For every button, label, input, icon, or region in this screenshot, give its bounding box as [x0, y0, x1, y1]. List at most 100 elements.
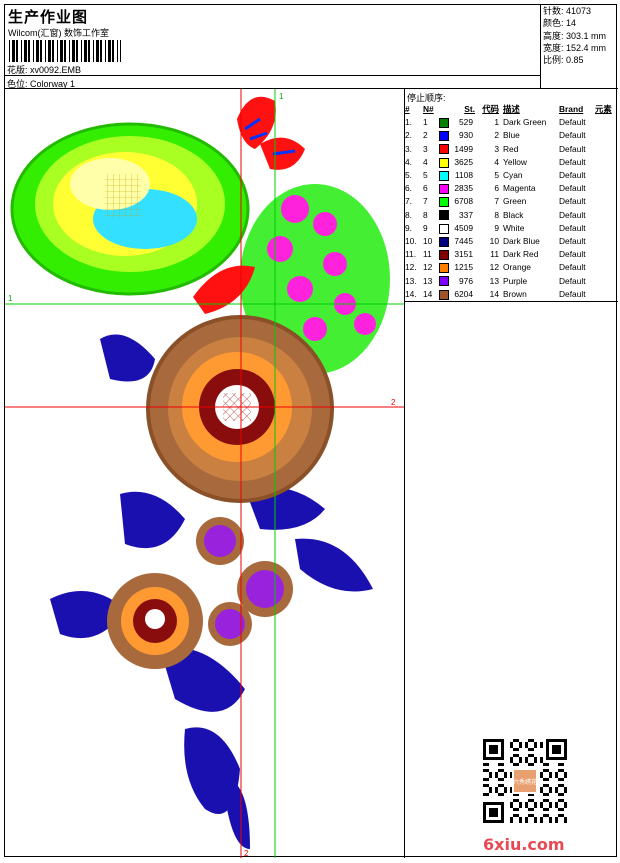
embroidery-preview: 1 1 2 2	[5, 89, 404, 858]
row-stitches: 976	[459, 275, 473, 286]
color-swatch	[439, 144, 449, 155]
row-code: 8	[494, 209, 499, 220]
row-brand: Default	[559, 288, 586, 299]
watermark[interactable]: 6xiu.com	[483, 835, 565, 854]
stat-width: 宽度: 152.4 mm	[543, 42, 607, 53]
row-stitches: 930	[459, 130, 473, 141]
color-swatch	[439, 236, 449, 247]
row-brand: Default	[559, 249, 586, 260]
row-description: Yellow	[503, 156, 527, 167]
table-row: 6. 6 2835 6 Magenta Default	[405, 182, 617, 195]
row-needle: 4	[423, 156, 428, 167]
row-description: Orange	[503, 262, 531, 273]
row-brand: Default	[559, 275, 586, 286]
row-description: Dark Blue	[503, 236, 540, 247]
row-description: Black	[503, 209, 524, 220]
row-code: 6	[494, 183, 499, 194]
row-stitches: 3151	[454, 249, 473, 260]
production-sheet: 生产作业图 Wilcom(汇窗) 数饰工作室 花版: xv0092.EMB 色位…	[4, 4, 618, 858]
table-row: 9. 9 4509 9 White Default	[405, 222, 617, 235]
color-swatch	[439, 131, 449, 142]
row-index: 12.	[405, 262, 417, 273]
color-swatch	[439, 184, 449, 194]
table-row: 8. 8 337 8 Black Default	[405, 209, 617, 222]
col-code: 代码	[482, 104, 499, 114]
row-code: 4	[494, 156, 499, 167]
qr-code[interactable]: 六秀绣花	[483, 739, 567, 823]
row-brand: Default	[559, 170, 586, 181]
row-brand: Default	[559, 209, 586, 220]
colorway-label: 色位:	[7, 79, 28, 89]
green-rose	[10, 122, 250, 296]
row-element	[595, 275, 617, 288]
row-needle: 2	[423, 130, 428, 141]
stat-scale: 比例: 0.85	[543, 55, 584, 66]
row-needle: 6	[423, 183, 428, 194]
color-swatch	[439, 276, 449, 287]
row-index: 13.	[405, 275, 417, 286]
row-element	[595, 288, 617, 301]
row-index: 9.	[405, 222, 412, 233]
row-index: 11.	[405, 249, 417, 260]
row-index: 2.	[405, 130, 412, 141]
table-row: 5. 5 1108 5 Cyan Default	[405, 169, 617, 182]
design-canvas[interactable]: 1 1 2 2	[5, 89, 405, 858]
row-stitches: 1108	[454, 170, 473, 181]
color-sequence-table: # N# St. 代码 描述 Brand 元素 1. 1 529 1 Dark Gree…	[405, 103, 617, 301]
row-code: 3	[494, 143, 499, 154]
color-swatch	[439, 170, 449, 181]
barcode	[9, 40, 121, 62]
color-swatch	[439, 197, 449, 208]
col-brand: Brand	[559, 104, 584, 114]
color-swatch	[439, 117, 449, 128]
row-needle: 10	[423, 236, 433, 247]
row-element	[595, 116, 617, 129]
stop-sequence-panel: 停止顺序: # N# St. 代码 描述 Brand 元素 1. 1 529 1 Dar…	[405, 89, 618, 302]
divider	[5, 75, 540, 76]
row-stitches: 1499	[454, 143, 473, 154]
row-element	[595, 169, 617, 182]
design-file: xv0092.EMB	[30, 65, 82, 75]
row-index: 3.	[405, 143, 412, 154]
col-index: #	[405, 104, 410, 114]
row-stitches: 6204	[454, 288, 473, 299]
row-description: Red	[503, 143, 519, 154]
row-element	[595, 195, 617, 208]
brown-rose	[146, 315, 334, 503]
row-index: 1.	[405, 117, 412, 128]
row-code: 7	[494, 196, 499, 207]
software-subtitle: Wilcom(汇窗) 数饰工作室	[8, 28, 109, 38]
qr-badge: 六秀绣花	[513, 778, 537, 786]
row-stitches: 337	[459, 209, 473, 220]
row-needle: 9	[423, 222, 428, 233]
row-brand: Default	[559, 130, 586, 141]
row-index: 14.	[405, 288, 417, 299]
table-row: 12. 12 1215 12 Orange Default	[405, 261, 617, 274]
row-stitches: 529	[459, 117, 473, 128]
row-brand: Default	[559, 143, 586, 154]
guide-label-v1: 1	[279, 92, 284, 101]
row-description: Blue	[503, 130, 520, 141]
row-index: 10.	[405, 236, 417, 247]
row-needle: 12	[423, 262, 433, 273]
purple-flowers	[196, 517, 293, 646]
row-description: Magenta	[503, 183, 536, 194]
table-row: 4. 4 3625 4 Yellow Default	[405, 156, 617, 169]
row-description: Cyan	[503, 170, 523, 181]
table-header: # N# St. 代码 描述 Brand 元素	[405, 103, 617, 116]
colorway-value: Colorway 1	[30, 79, 76, 89]
header-panel: 生产作业图 Wilcom(汇窗) 数饰工作室 花版: xv0092.EMB 色位…	[5, 5, 541, 89]
color-swatch	[439, 289, 449, 300]
row-stitches: 1215	[454, 262, 473, 273]
row-stitches: 2835	[454, 183, 473, 194]
row-element	[595, 156, 617, 169]
row-index: 6.	[405, 183, 412, 194]
row-brand: Default	[559, 117, 586, 128]
row-needle: 11	[423, 249, 432, 260]
row-brand: Default	[559, 222, 586, 233]
table-row: 2. 2 930 2 Blue Default	[405, 129, 617, 142]
row-element	[595, 129, 617, 142]
row-element	[595, 143, 617, 156]
row-needle: 8	[423, 209, 428, 220]
row-element	[595, 261, 617, 274]
